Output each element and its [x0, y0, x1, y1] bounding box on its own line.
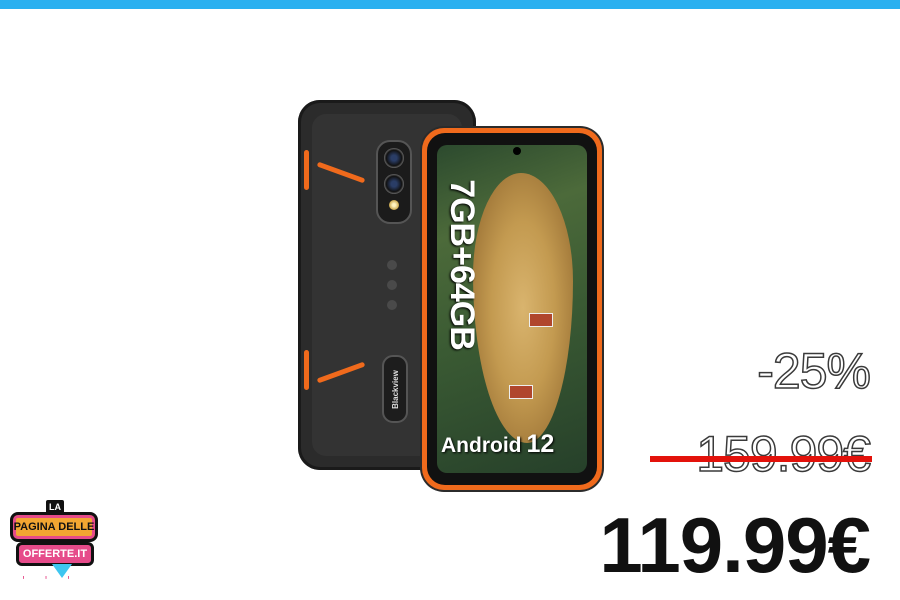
wallpaper-house	[529, 313, 553, 327]
orange-accent-left-top	[304, 150, 309, 190]
discount-label: -25%	[757, 342, 872, 400]
product-image: Blackview 7GB+64GB Android 12	[290, 95, 610, 495]
top-accent-bar	[0, 0, 900, 9]
camera-lens-icon	[384, 174, 404, 194]
sensor-icon	[387, 260, 397, 270]
wallpaper-island	[473, 173, 573, 443]
screen-spec-text: 7GB+64GB	[442, 178, 481, 350]
wallpaper-house	[509, 385, 533, 399]
phone-screen: 7GB+64GB Android 12	[437, 145, 587, 473]
os-version: 12	[526, 430, 555, 458]
camera-flash-icon	[389, 200, 399, 210]
camera-lens-icon	[384, 148, 404, 168]
new-price: 119.99€	[599, 501, 871, 589]
site-logo: LA PAGINA DELLE OFFERTE.IT ' ' '	[8, 500, 100, 595]
logo-line2: OFFERTE.IT	[16, 542, 94, 566]
price-strikethrough	[650, 456, 872, 462]
front-camera-notch	[513, 147, 521, 155]
phone-bezel: 7GB+64GB Android 12	[427, 133, 597, 485]
logo-line1: PAGINA DELLE	[10, 512, 98, 542]
sensor-icon	[387, 300, 397, 310]
rear-camera-module	[376, 140, 412, 224]
orange-accent-left-bottom	[304, 350, 309, 390]
old-price: 159.99€	[696, 425, 872, 483]
phone-front: 7GB+64GB Android 12	[422, 128, 602, 490]
os-name: Android	[441, 434, 522, 457]
rays-icon: ' ' '	[22, 574, 79, 587]
brand-plate: Blackview	[382, 355, 408, 423]
brand-label: Blackview	[390, 369, 400, 409]
screen-os-text: Android 12	[441, 430, 554, 459]
fingerprint-sensor-icon	[387, 280, 397, 290]
